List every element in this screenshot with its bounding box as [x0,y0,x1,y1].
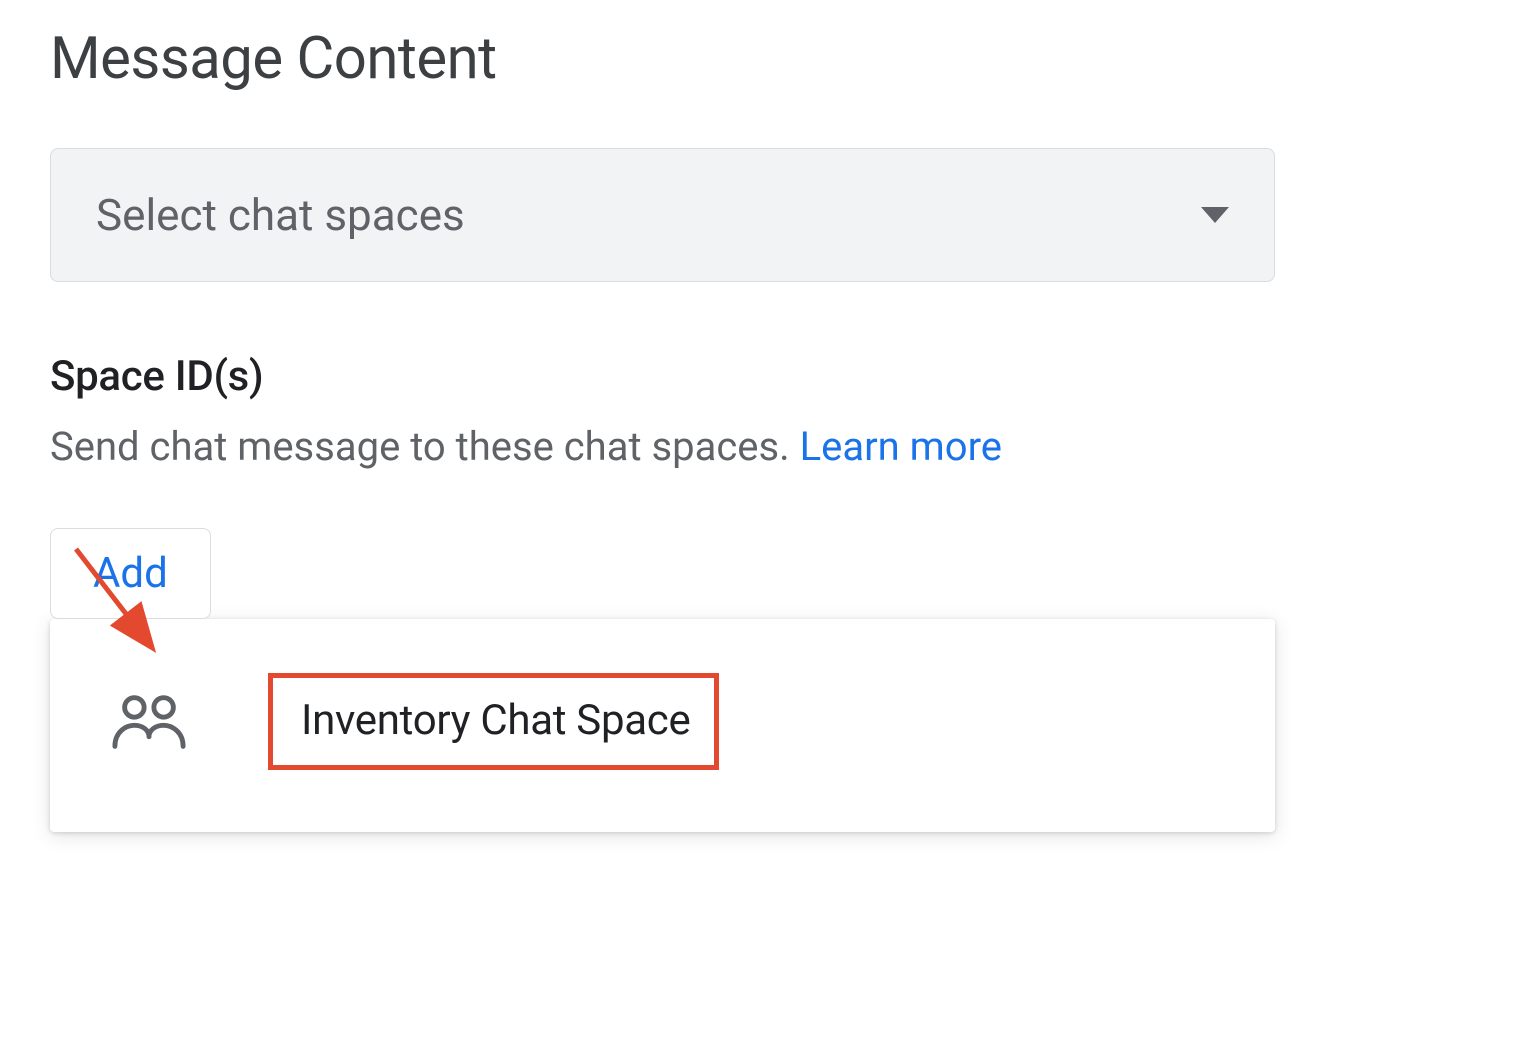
space-ids-description-text: Send chat message to these chat spaces. [50,423,800,470]
learn-more-link[interactable]: Learn more [800,423,1002,470]
dropdown-item-label: Inventory Chat Space [301,696,690,745]
spaces-dropdown-panel: Inventory Chat Space [50,619,1275,832]
select-label: Select chat spaces [96,189,465,241]
chevron-down-icon [1201,207,1229,223]
space-ids-description: Send chat message to these chat spaces. … [50,423,1540,470]
page-title: Message Content [50,25,1540,93]
dropdown-item[interactable]: Inventory Chat Space [50,671,1275,772]
people-icon [110,691,188,753]
annotation-highlight-box: Inventory Chat Space [268,673,719,770]
add-button[interactable]: Add [50,528,211,619]
space-ids-label: Space ID(s) [50,352,1540,401]
select-chat-spaces-dropdown[interactable]: Select chat spaces [50,148,1275,282]
